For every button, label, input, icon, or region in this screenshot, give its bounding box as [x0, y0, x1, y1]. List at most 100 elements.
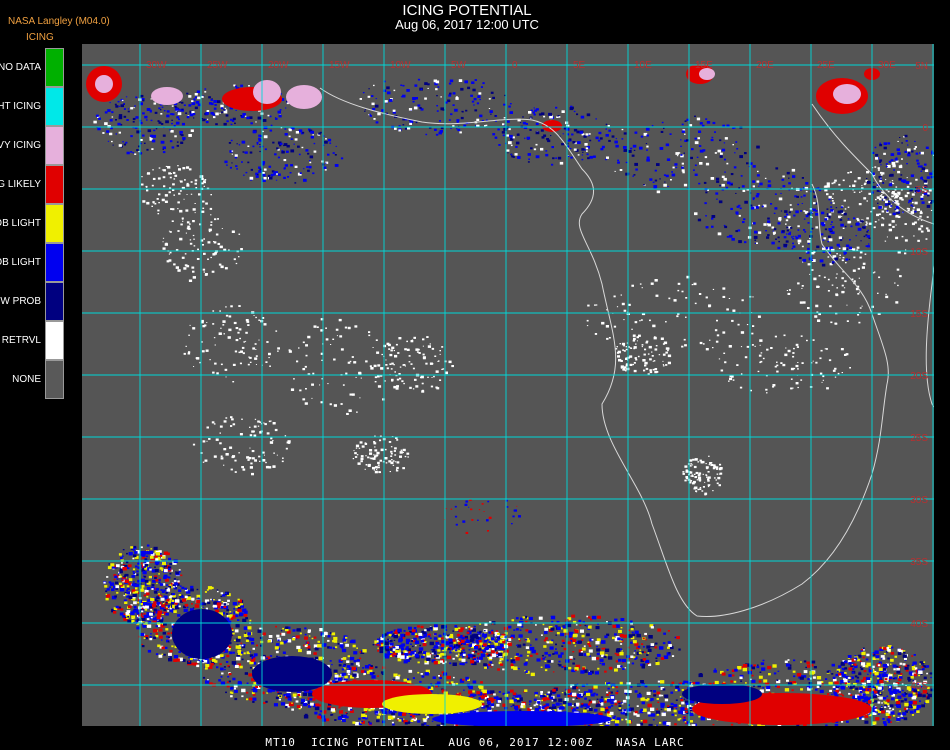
cloud-pixel [885, 166, 888, 168]
cloud-pixel [340, 157, 344, 160]
cloud-pixel [189, 110, 192, 113]
cloud-pixel [484, 125, 486, 127]
cloud-pixel [179, 190, 182, 192]
cloud-pixel [410, 719, 414, 723]
cloud-pixel [150, 608, 153, 611]
cloud-pixel [901, 158, 903, 160]
cloud-pixel [460, 116, 464, 120]
cloud-pixel [217, 218, 219, 220]
cloud-pixel [178, 605, 181, 608]
cloud-pixel [460, 87, 464, 91]
cloud-pixel [303, 715, 309, 719]
cloud-pixel [238, 233, 241, 235]
cloud-pixel [912, 209, 915, 211]
cloud-pixel [238, 328, 242, 331]
cloud-pixel [923, 179, 928, 183]
cloud-pixel [778, 240, 780, 243]
cloud-pixel [705, 215, 707, 217]
cloud-pixel [795, 235, 797, 237]
cloud-pixel [844, 280, 847, 283]
cloud-pixel [811, 259, 814, 261]
cloud-pixel [717, 476, 721, 480]
cloud-pixel [238, 452, 240, 454]
cloud-pixel [234, 689, 238, 693]
cloud-pixel [277, 156, 281, 159]
cloud-pixel [280, 630, 283, 632]
cloud-pixel [752, 165, 756, 168]
cloud-pixel [901, 142, 903, 144]
cloud-pixel [742, 221, 745, 224]
cloud-pixel [173, 178, 176, 180]
cloud-pixel [141, 617, 146, 622]
cloud-pixel [709, 339, 711, 341]
cloud-pixel [786, 233, 788, 235]
cloud-pixel [229, 651, 233, 655]
cloud-pixel [892, 225, 895, 228]
cloud-pixel [584, 143, 588, 146]
cloud-pixel [307, 335, 311, 339]
cloud-pixel [555, 702, 560, 706]
cloud-pixel [192, 234, 195, 237]
cloud-pixel [844, 208, 847, 210]
cloud-pixel [403, 678, 407, 682]
cloud-pixel [697, 461, 699, 463]
cloud-pixel [192, 443, 196, 446]
cloud-pixel [623, 366, 627, 369]
cloud-pixel [494, 136, 498, 139]
cloud-pixel [840, 348, 844, 351]
cloud-pixel [220, 605, 224, 609]
cloud-pixel [252, 647, 255, 650]
cloud-pixel [439, 350, 441, 352]
cloud-pixel [548, 112, 552, 116]
cloud-pixel [148, 615, 150, 617]
cloud-pixel [790, 378, 793, 380]
cloud-pixel [770, 347, 773, 349]
cloud-pixel [188, 660, 190, 663]
cloud-pixel [104, 111, 108, 114]
cloud-pixel [183, 608, 188, 613]
cloud-pixel [185, 345, 187, 347]
cloud-pixel [329, 646, 332, 649]
cloud-pixel [220, 592, 224, 595]
cloud-pixel [786, 229, 789, 232]
cloud-pixel [651, 125, 654, 127]
cloud-pixel [874, 166, 877, 168]
cloud-pixel [791, 168, 796, 172]
cloud-pixel [456, 120, 459, 123]
cloud-pixel [881, 210, 885, 213]
cloud-pixel [392, 723, 395, 726]
cloud-pixel [836, 273, 838, 275]
cloud-pixel [473, 104, 475, 106]
cloud-pixel [683, 338, 686, 341]
cloud-pixel [732, 379, 735, 381]
cloud-pixel [288, 135, 291, 138]
cloud-pixel [513, 705, 519, 710]
cloud-pixel [167, 568, 171, 571]
cloud-pixel [919, 211, 923, 215]
cloud-pixel [681, 345, 684, 348]
legend-label: NONE [12, 373, 41, 385]
cloud-pixel [848, 220, 852, 224]
cloud-pixel [351, 393, 355, 396]
cloud-pixel [213, 337, 216, 339]
cloud-pixel [515, 145, 518, 148]
cloud-pixel [683, 152, 685, 154]
cloud-pixel [757, 170, 759, 173]
cloud-pixel [576, 113, 579, 116]
cloud-pixel [374, 470, 378, 474]
cloud-pixel [708, 464, 711, 466]
cloud-pixel [304, 402, 308, 405]
cloud-pixel [455, 724, 459, 726]
cloud-pixel [263, 177, 267, 180]
cloud-pixel [192, 220, 195, 223]
cloud-pixel [232, 632, 235, 635]
cloud-pixel [894, 158, 898, 161]
cloud-pixel [425, 133, 428, 136]
cloud-pixel [179, 585, 182, 587]
cloud-pixel [608, 139, 611, 142]
cloud-pixel [776, 370, 779, 373]
cloud-pixel [693, 169, 695, 171]
cloud-pixel [723, 177, 727, 181]
cloud-pixel [160, 113, 163, 115]
cloud-pixel [654, 179, 658, 182]
